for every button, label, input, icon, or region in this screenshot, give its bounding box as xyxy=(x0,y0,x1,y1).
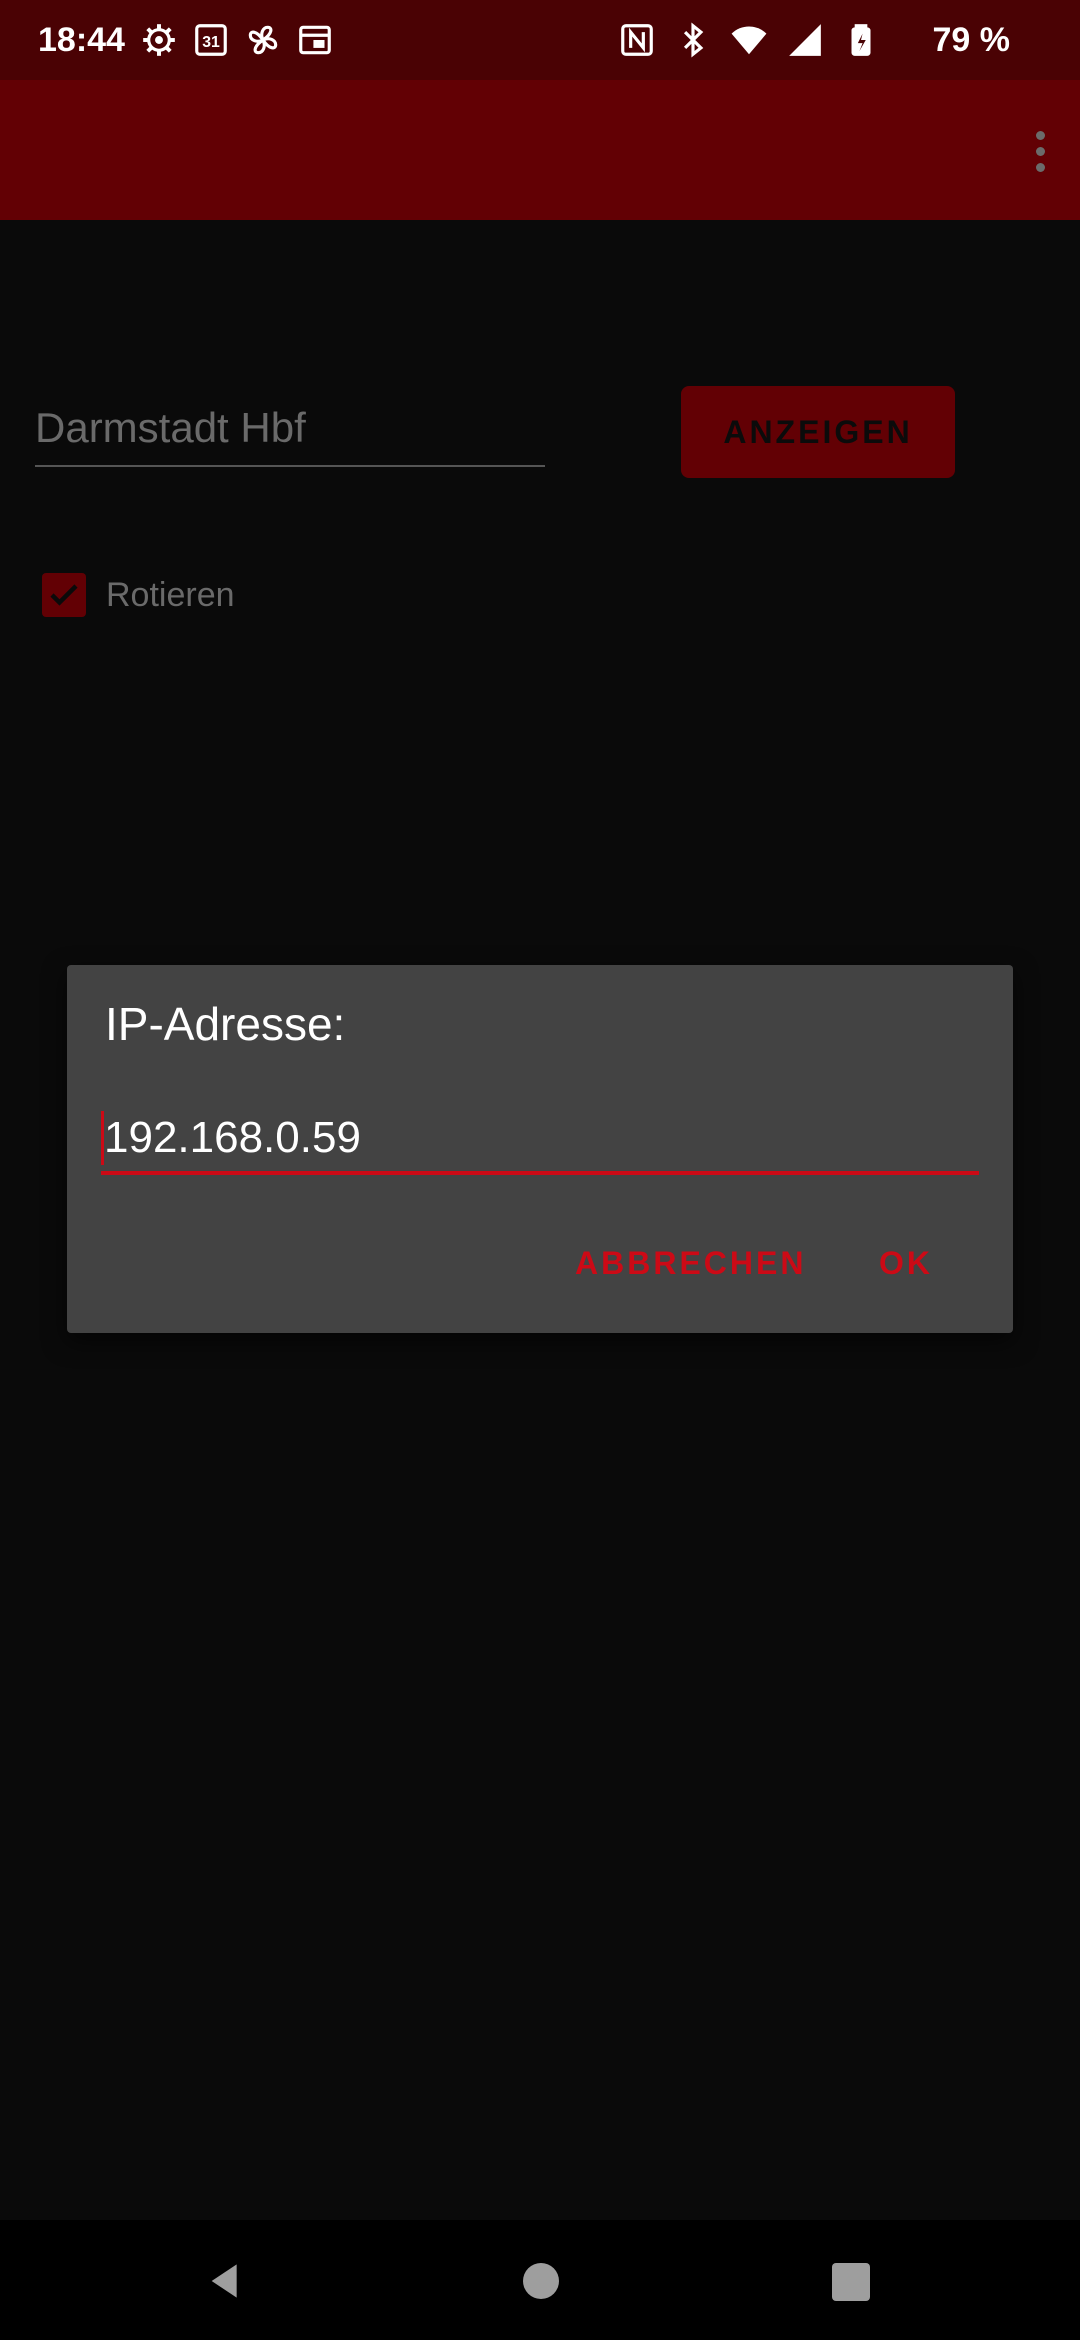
battery-icon xyxy=(842,21,880,59)
nfc-icon xyxy=(618,21,656,59)
navigation-bar xyxy=(0,2220,1080,2340)
fan-icon xyxy=(244,21,282,59)
rotate-checkbox[interactable] xyxy=(42,573,86,617)
cell-signal-icon xyxy=(786,21,824,59)
battery-percent: 79 % xyxy=(932,21,1011,59)
settings-gear-icon xyxy=(140,21,178,59)
app-bar xyxy=(0,80,1080,220)
status-left-icons: 31 xyxy=(140,20,334,60)
more-vert-icon[interactable] xyxy=(1014,120,1066,182)
rotate-checkbox-row[interactable]: Rotieren xyxy=(42,570,235,620)
calendar-icon: 31 xyxy=(192,21,230,59)
rotate-label: Rotieren xyxy=(106,575,235,614)
calendar-day-text: 31 xyxy=(202,34,220,51)
check-icon xyxy=(50,584,78,606)
ip-address-value: 192.168.0.59 xyxy=(104,1113,361,1162)
ip-address-dialog: IP-Adresse: 192.168.0.59 ABBRECHEN OK xyxy=(67,965,1013,1333)
back-icon[interactable] xyxy=(205,2261,245,2301)
show-button[interactable]: ANZEIGEN xyxy=(681,386,955,478)
status-time: 18:44 xyxy=(38,21,125,59)
status-right-icons xyxy=(618,20,880,60)
ip-address-input[interactable]: 192.168.0.59 xyxy=(101,1105,979,1175)
station-input[interactable]: Darmstadt Hbf xyxy=(35,395,545,467)
recents-icon[interactable] xyxy=(832,2263,870,2301)
browser-window-icon xyxy=(296,21,334,59)
bluetooth-icon xyxy=(674,21,712,59)
wifi-icon xyxy=(730,21,768,59)
status-bar: 18:44 31 79 % xyxy=(0,0,1080,80)
home-icon[interactable] xyxy=(523,2263,559,2299)
cancel-button[interactable]: ABBRECHEN xyxy=(575,1245,806,1282)
ok-button[interactable]: OK xyxy=(879,1245,933,1282)
dialog-title: IP-Adresse: xyxy=(105,998,346,1050)
